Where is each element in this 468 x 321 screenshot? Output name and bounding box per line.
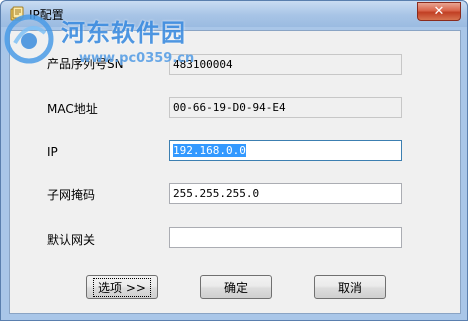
gateway-label: 默认网关 — [47, 233, 96, 247]
subnet-label: 子网掩码 — [47, 188, 96, 202]
window-title: IP配置 — [29, 8, 64, 22]
mac-field[interactable]: 00-66-19-D0-94-E4 — [169, 97, 402, 118]
app-icon — [10, 6, 24, 21]
cancel-button-label: 取消 — [337, 280, 362, 295]
options-button[interactable]: 选项 >> — [86, 275, 158, 299]
ip-field[interactable]: 192.168.0.0 — [169, 140, 402, 161]
cancel-button[interactable]: 取消 — [314, 275, 386, 299]
dialog-body: 产品序列号SN 483100004 MAC地址 00-66-19-D0-94-E… — [9, 30, 461, 314]
ip-config-dialog: IP配置 ✕ 产品序列号SN 483100004 MAC地址 00-66-19-… — [0, 0, 468, 321]
close-button[interactable]: ✕ — [417, 2, 461, 21]
ip-value-selected: 192.168.0.0 — [173, 144, 246, 157]
title-bar[interactable]: IP配置 ✕ — [1, 1, 467, 27]
subnet-field[interactable]: 255.255.255.0 — [169, 183, 402, 204]
options-button-label: 选项 >> — [93, 277, 151, 297]
serial-field[interactable]: 483100004 — [169, 54, 402, 75]
close-icon: ✕ — [433, 4, 445, 19]
mac-label: MAC地址 — [47, 102, 98, 116]
ok-button-label: 确定 — [223, 280, 248, 295]
ip-label: IP — [47, 145, 58, 159]
serial-label: 产品序列号SN — [47, 57, 124, 71]
gateway-field[interactable] — [169, 227, 402, 248]
ok-button[interactable]: 确定 — [200, 275, 272, 299]
